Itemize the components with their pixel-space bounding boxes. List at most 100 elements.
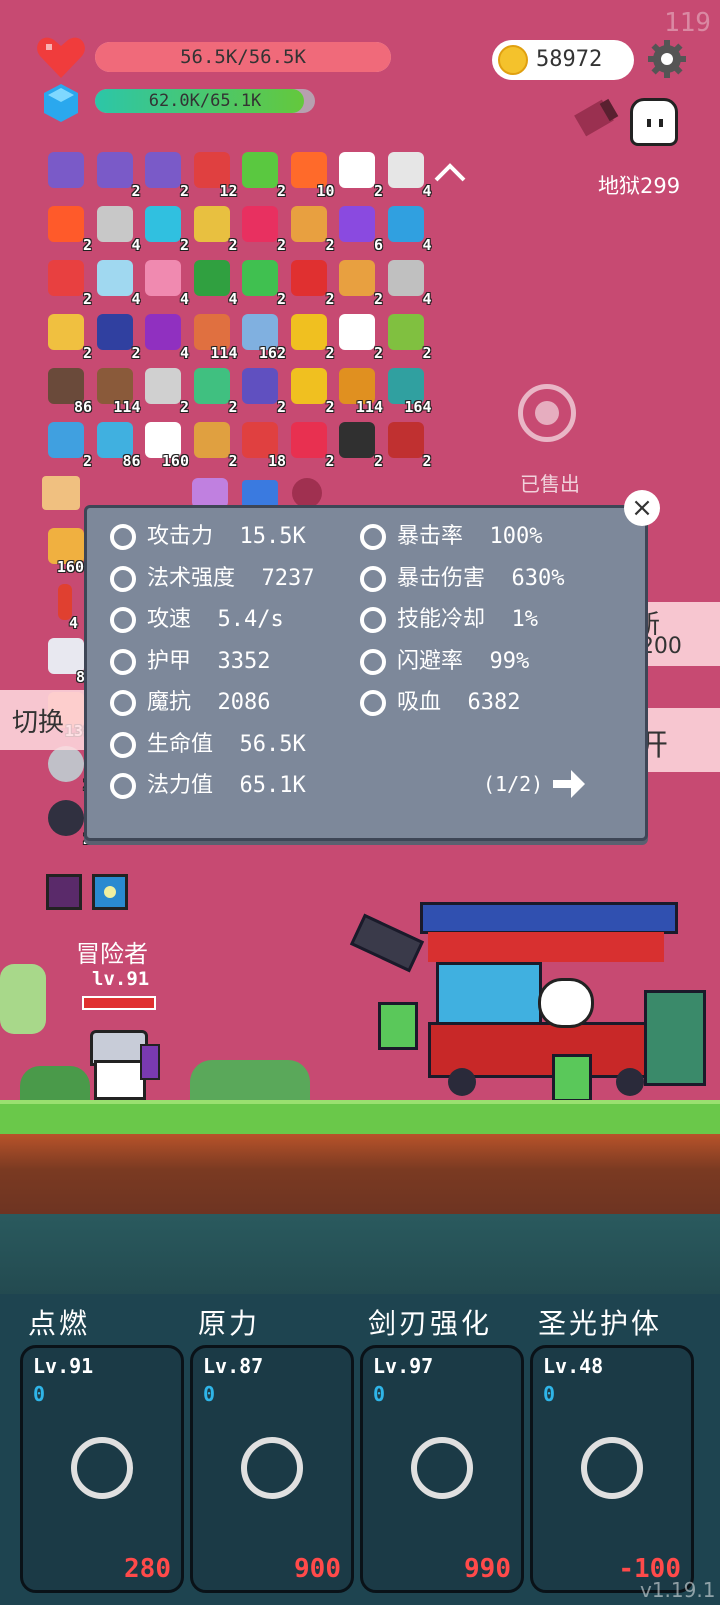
dodge-icon [357,646,389,678]
skill-card[interactable]: Lv.48 0 -100 [530,1345,694,1593]
item-count: 2 [276,398,286,416]
stat-value: 15.5K [239,524,306,549]
inventory-item[interactable]: 4 [190,258,238,308]
inventory-item[interactable]: 164 [384,366,432,416]
cannon-sprite [348,913,425,973]
inventory-item[interactable]: 2 [335,150,383,200]
stat-row: 法力值 65.1K [107,769,306,803]
inventory-item[interactable]: 2 [287,312,335,362]
inventory-item[interactable]: 160 [141,420,189,470]
inventory-item[interactable]: 114 [93,366,141,416]
inventory-item[interactable]: 4 [384,204,432,254]
mp-text: 62.0K/65.1K [148,91,262,111]
inventory-item[interactable]: 86 [93,420,141,470]
crit-icon [357,521,389,553]
inventory-item[interactable]: 2 [238,204,286,254]
inventory-item[interactable]: 114 [190,312,238,362]
stat-label: 暴击率 [397,524,464,549]
switch-tab-button[interactable]: 切换 [0,690,90,750]
inventory-item[interactable]: 2 [93,150,141,200]
stat-row: 攻击力 15.5K [107,520,306,554]
dirt-ground [0,1134,720,1214]
inventory-item[interactable]: 2 [44,258,92,308]
inventory-item[interactable]: 2 [335,258,383,308]
fps-counter: 119 [664,8,711,38]
inventory-item[interactable]: 4 [93,258,141,308]
stat-label: 生命值 [147,731,214,757]
inventory-item[interactable]: 12 [190,150,238,200]
inventory-item[interactable] [44,150,88,194]
inventory-item[interactable]: 160 [44,526,88,576]
inventory-item[interactable]: 2 [287,366,335,416]
inventory-item[interactable]: 2 [44,312,92,362]
swords-icon [407,1428,477,1508]
inventory-item[interactable]: 10 [287,150,335,200]
next-page-arrow-icon[interactable] [551,766,587,802]
inventory-item[interactable]: 2 [238,366,286,416]
close-stats-button[interactable]: × [624,490,660,526]
inventory-item[interactable]: 114 [335,366,383,416]
inventory-item[interactable]: 2 [238,258,286,308]
skill-card[interactable]: Lv.97 0 990 [360,1345,524,1593]
stats-panel: 攻击力 15.5K 法术强度 7237 攻速 5.4/s 护甲 3352 魔抗 2086… [84,505,648,841]
inventory-item[interactable]: 2 [287,420,335,470]
settings-gear-icon[interactable] [646,38,688,80]
hp-bar: 56.5K/56.5K [95,42,391,72]
skill-card[interactable]: Lv.91 0 280 [20,1345,184,1593]
inventory-item[interactable]: 2 [190,204,238,254]
inventory-item[interactable]: 4 [141,258,189,308]
skill-level: Lv.87 [203,1354,264,1378]
item-count: 114 [355,398,383,416]
item-count: 114 [113,398,141,416]
merchant-cart[interactable] [420,898,678,1096]
ghost-pet-icon[interactable] [630,98,678,146]
inventory-item[interactable]: 2 [335,312,383,362]
inventory-item[interactable]: 86 [44,636,94,686]
inventory-item[interactable]: 2 [44,744,92,794]
inventory-item[interactable]: 162 [238,312,286,362]
inventory-item[interactable]: 4 [93,204,141,254]
inventory-item[interactable]: 2 [44,798,92,848]
gold-crown-icon [290,368,327,404]
stat-row: 护甲 3352 [107,645,271,679]
switch-tab-label: 切换 [12,708,65,738]
inventory-item[interactable]: 2 [141,150,189,200]
inventory-item[interactable]: 2 [335,420,383,470]
inventory-item[interactable]: 2 [44,420,92,470]
inventory-item[interactable]: 2 [384,312,432,362]
skill-card[interactable]: Lv.87 0 900 [190,1345,354,1593]
skill-title: 点燃 [28,1307,91,1340]
inventory-item[interactable]: 2 [44,204,92,254]
meat-cleaver-icon[interactable] [574,96,624,142]
bulb-icon [387,152,424,188]
item-count: 2 [325,290,335,308]
inventory-item[interactable]: 4 [384,150,432,200]
inventory-item[interactable]: 2 [190,366,238,416]
inventory-item[interactable]: 18 [238,420,286,470]
inventory-item[interactable]: 2 [238,150,286,200]
item-count: 2 [276,236,286,254]
stat-row: 攻速 5.4/s [107,603,284,637]
inventory-item[interactable]: 2 [287,258,335,308]
stat-label: 攻击力 [147,524,214,549]
inventory-item[interactable]: 2 [93,312,141,362]
inventory-item[interactable]: 4 [384,258,432,308]
inventory-item[interactable]: 2 [141,366,189,416]
inventory-item[interactable]: 2 [287,204,335,254]
inventory-item[interactable]: 4 [44,582,88,632]
stat-row: 技能冷却 1% [357,603,538,637]
magnet-icon [290,260,327,296]
scroll-icon [48,152,84,188]
inventory-item[interactable]: 2 [141,204,189,254]
inventory-item[interactable]: 2 [384,420,432,470]
item-count: 10 [316,182,335,200]
item-count: 4 [422,290,432,308]
collapse-chevron-icon[interactable] [432,160,468,184]
inventory-item[interactable]: 6 [335,204,383,254]
armor-shield-icon [107,646,139,678]
inventory-item[interactable]: 4 [141,312,189,362]
inventory-item[interactable]: 2 [190,420,238,470]
item-count: 4 [179,290,189,308]
inventory-item[interactable]: 86 [44,366,92,416]
stat-row: 吸血 6382 [357,686,521,720]
